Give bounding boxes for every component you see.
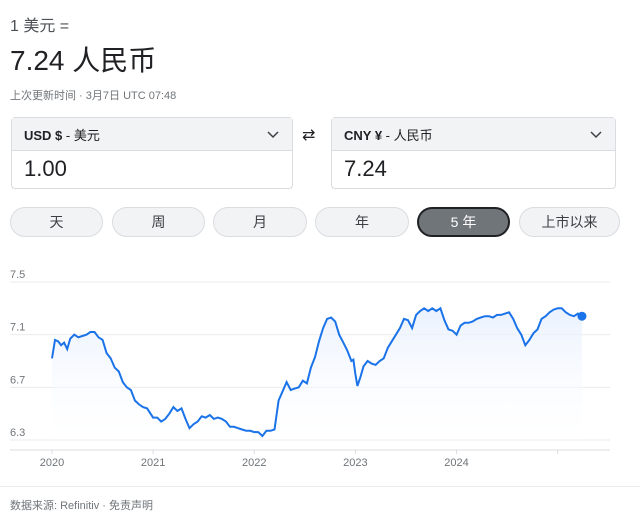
tab-year[interactable]: 年: [315, 207, 409, 237]
x-tick-label: 2023: [343, 457, 367, 469]
from-currency-box: USD $ - 美元 1.00: [11, 117, 293, 189]
range-tabs: 天 周 月 年 5 年 上市以来: [10, 207, 620, 239]
from-currency-code: USD $: [24, 127, 63, 143]
chart-area-fill: [52, 308, 582, 440]
y-tick-label: 7.5: [10, 269, 25, 281]
tab-5-year[interactable]: 5 年: [417, 207, 510, 237]
chart-last-point: [577, 311, 587, 321]
disclaimer-link[interactable]: 免责声明: [109, 500, 153, 512]
data-source-text: 数据来源: Refinitiv: [10, 500, 100, 512]
to-amount-input[interactable]: 7.24: [332, 151, 615, 187]
to-currency-code: CNY ¥: [344, 127, 383, 143]
to-currency-select[interactable]: CNY ¥ - 人民币: [332, 118, 615, 151]
x-tick-label: 2020: [40, 457, 64, 469]
exchange-rate-chart[interactable]: 7.5 7.1 6.7 6.3 2020 2021 2022 2023 2024: [0, 268, 640, 474]
footer-divider: [0, 486, 640, 487]
from-currency-name: - 美元: [62, 127, 100, 143]
from-currency-select[interactable]: USD $ - 美元: [12, 118, 292, 151]
footer: 数据来源: Refinitiv · 免责声明: [10, 497, 153, 513]
swap-icon[interactable]: ⇄: [302, 125, 315, 145]
to-currency-label: CNY ¥ - 人民币: [344, 125, 433, 144]
last-updated-text: 上次更新时间 · 3月7日 UTC 07:48: [10, 90, 177, 102]
from-amount-input[interactable]: 1.00: [12, 151, 292, 187]
tab-month[interactable]: 月: [213, 207, 307, 237]
chevron-down-icon: [590, 131, 602, 139]
x-tick-label: 2021: [141, 457, 165, 469]
to-currency-box: CNY ¥ - 人民币 7.24: [331, 117, 616, 189]
y-tick-label: 6.7: [10, 374, 25, 386]
to-currency-name: - 人民币: [382, 127, 433, 143]
tab-week[interactable]: 周: [112, 207, 205, 237]
converted-rate-heading: 7.24 人民币: [10, 45, 157, 76]
base-amount-label: 1 美元 =: [10, 18, 70, 35]
chevron-down-icon: [267, 131, 279, 139]
tab-day[interactable]: 天: [10, 207, 103, 237]
x-tick-label: 2024: [444, 457, 468, 469]
x-tick-label: 2022: [242, 457, 266, 469]
y-tick-label: 7.1: [10, 322, 25, 334]
y-tick-label: 6.3: [10, 427, 25, 439]
tab-max[interactable]: 上市以来: [519, 207, 620, 237]
footer-separator: ·: [99, 500, 110, 512]
from-currency-label: USD $ - 美元: [24, 125, 100, 144]
